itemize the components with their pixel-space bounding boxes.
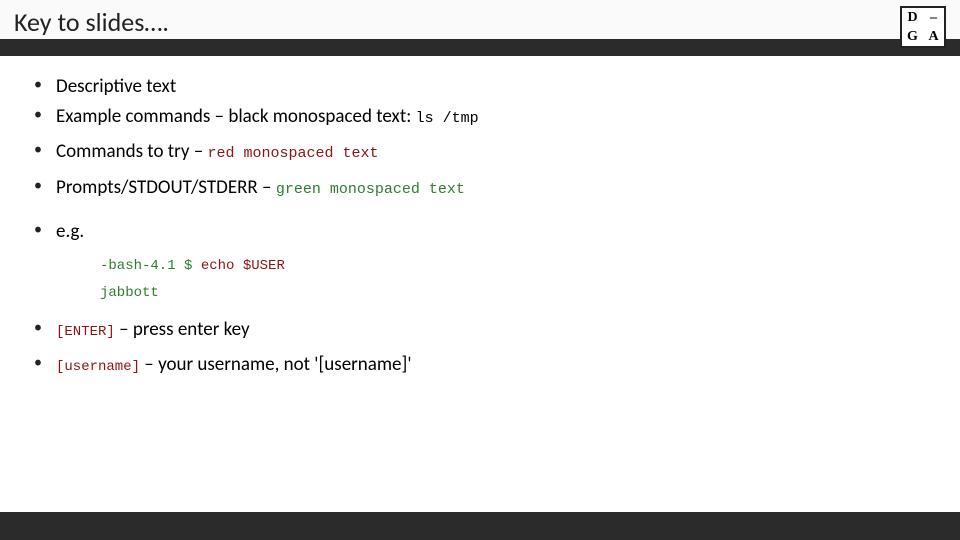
bullet-commands-to-try: Commands to try – red monospaced text (12, 139, 948, 165)
logo-tl: D (907, 11, 917, 25)
logo-tr: – (930, 11, 937, 25)
bullet-descriptive: Descriptive text (12, 74, 948, 100)
slide-footer-bar (0, 512, 960, 540)
slide-body: Descriptive text Example commands – blac… (0, 56, 960, 540)
bullet-username: [username] – your username, not '[userna… (12, 352, 948, 378)
bullet-eg: e.g. -bash-4.1 $ echo $USER jabbott (12, 219, 948, 307)
logo-icon: D – G A (900, 6, 946, 48)
text: – press enter key (115, 318, 250, 341)
prompt-text: -bash-4.1 $ (100, 258, 201, 274)
text: e.g. (56, 220, 84, 243)
code-red: [username] (56, 359, 140, 375)
code-black: ls /tmp (416, 110, 479, 127)
logo-br: A (928, 30, 938, 44)
example-block: -bash-4.1 $ echo $USER jabbott (100, 252, 948, 306)
text: Descriptive text (56, 75, 176, 98)
example-line-2: jabbott (100, 279, 948, 306)
command-text: echo $USER (201, 258, 285, 274)
bullet-enter-key: [ENTER] – press enter key (12, 317, 948, 343)
slide-title: Key to slides…. (14, 8, 169, 37)
text: Commands to try – (56, 140, 208, 163)
logo-bl: G (907, 30, 918, 44)
text: Example commands – black monospaced text… (56, 105, 416, 128)
text: – your username, not '[username]' (140, 353, 412, 376)
bullet-prompts-stdout: Prompts/STDOUT/STDERR – green monospaced… (12, 175, 948, 201)
code-red: red monospaced text (208, 145, 379, 162)
code-red: [ENTER] (56, 324, 115, 340)
slide-header: Key to slides…. D – G A (0, 0, 960, 56)
output-text: jabbott (100, 285, 159, 301)
bullet-list: Descriptive text Example commands – blac… (12, 74, 948, 378)
text: Prompts/STDOUT/STDERR – (56, 176, 276, 199)
bullet-example-commands: Example commands – black monospaced text… (12, 104, 948, 130)
code-green: green monospaced text (276, 181, 465, 198)
example-line-1: -bash-4.1 $ echo $USER (100, 252, 948, 279)
